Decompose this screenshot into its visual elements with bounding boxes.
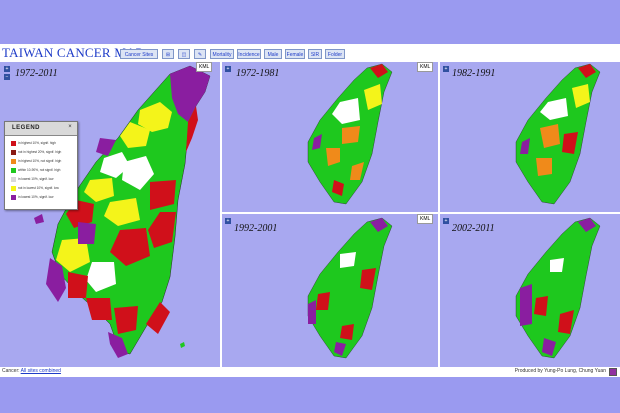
legend-swatch: [11, 141, 16, 146]
panel-1-zoom-icon[interactable]: +: [225, 66, 231, 72]
panel-main-label: 1972-2011: [15, 68, 58, 79]
zoom-out-icon[interactable]: −: [4, 74, 10, 80]
panel-2-zoom-icon[interactable]: +: [443, 66, 449, 72]
female-button[interactable]: Female: [285, 49, 305, 59]
app-window: TAIWAN CANCER MAP Cancer Sites ⊞ ◫ ✎ Mor…: [0, 44, 620, 377]
map-panel-3[interactable]: 1992-2001 KML +: [222, 214, 438, 367]
legend-swatch: [11, 159, 16, 164]
legend-item: in lowest 10%, signif. low: [11, 195, 75, 202]
edit-button[interactable]: ✎: [194, 49, 206, 59]
status-link[interactable]: All sites combined: [21, 368, 61, 374]
map-panel-1[interactable]: 1972-1981 KML +: [222, 62, 438, 212]
legend-item: in lowest 10%, signif. low: [11, 177, 75, 184]
sir-button[interactable]: SIR: [308, 49, 322, 59]
legend-item: not in highest 20%, signif. high: [11, 150, 75, 157]
legend-swatch: [11, 195, 16, 200]
square-icon[interactable]: [609, 368, 617, 376]
title-bar: TAIWAN CANCER MAP Cancer Sites ⊞ ◫ ✎ Mor…: [0, 44, 620, 62]
panel-1-label: 1972-1981: [236, 68, 280, 79]
taiwan-map-2002-2011[interactable]: [440, 214, 620, 367]
folder-button[interactable]: Folder: [325, 49, 345, 59]
status-bar: Cancer: All sites combined Produced by Y…: [0, 367, 620, 377]
panel-3-label: 1992-2001: [234, 223, 278, 234]
taiwan-map-main[interactable]: [0, 62, 220, 367]
taiwan-map-1972-1981[interactable]: [222, 62, 438, 212]
close-icon[interactable]: ×: [67, 124, 73, 131]
legend-header: LEGEND ×: [5, 122, 77, 136]
legend-item: in highest 10%, not signif. high: [11, 159, 75, 166]
legend-swatch: [11, 186, 16, 191]
map-panel-2[interactable]: 1982-1991 +: [440, 62, 620, 212]
status-left: Cancer: All sites combined: [2, 368, 61, 374]
male-button[interactable]: Male: [264, 49, 282, 59]
taiwan-map-1992-2001[interactable]: [222, 214, 438, 367]
map-area: 1972-2011 KML + − 1972-1981 KML + 1982-1…: [0, 62, 620, 367]
legend-box: LEGEND × in highest 10%, signif. high no…: [4, 121, 78, 210]
map-panel-4[interactable]: 2002-2011 +: [440, 214, 620, 367]
kml-button-main[interactable]: KML: [196, 62, 213, 72]
cancer-sites-button[interactable]: Cancer Sites: [120, 49, 158, 59]
zoom-in-icon[interactable]: +: [4, 66, 10, 72]
panel-3-zoom-icon[interactable]: +: [225, 218, 231, 224]
panel-4-zoom-icon[interactable]: +: [443, 218, 449, 224]
kml-button-3[interactable]: KML: [417, 214, 434, 224]
credit-text: Produced by Yung-Po Lung, Chung Yuan: [514, 368, 606, 374]
legend-item: in highest 10%, signif. high: [11, 141, 75, 148]
map-panel-main[interactable]: 1972-2011 KML + −: [0, 62, 220, 367]
split-view-button[interactable]: ◫: [178, 49, 190, 59]
legend-swatch: [11, 150, 16, 155]
legend-swatch: [11, 177, 16, 182]
grid-view-button[interactable]: ⊞: [162, 49, 174, 59]
status-label: Cancer: [2, 368, 19, 374]
legend-item: within 10-90%, not signif. high: [11, 168, 75, 175]
panel-4-label: 2002-2011: [452, 223, 495, 234]
legend-title: LEGEND: [12, 125, 41, 131]
kml-button-1[interactable]: KML: [417, 62, 434, 72]
incidence-button[interactable]: Incidence: [237, 49, 261, 59]
mortality-button[interactable]: Mortality: [210, 49, 234, 59]
panel-2-label: 1982-1991: [452, 68, 496, 79]
taiwan-map-1982-1991[interactable]: [440, 62, 620, 212]
legend-swatch: [11, 168, 16, 173]
legend-item: not in lowest 10%, signif. low: [11, 186, 75, 193]
